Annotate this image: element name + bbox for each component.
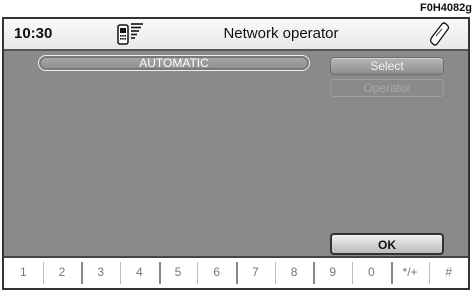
key-4[interactable]: 4 [120, 258, 159, 288]
key-8[interactable]: 8 [274, 258, 314, 288]
select-button[interactable]: Select [330, 57, 444, 75]
phone-signal-icon [117, 23, 143, 45]
key-0[interactable]: 0 [352, 258, 391, 288]
key-2[interactable]: 2 [42, 258, 82, 288]
clock: 10:30 [14, 25, 53, 42]
figure-code: F0H4082g [420, 2, 472, 14]
key-7[interactable]: 7 [236, 258, 275, 288]
operator-button[interactable]: Operator [330, 79, 444, 97]
header-bar: 10:30 Network operator [4, 19, 468, 51]
key-star-plus[interactable]: */+ [390, 258, 430, 288]
keypad: 1 2 3 4 5 6 7 8 9 0 */+ # [4, 256, 468, 288]
ok-button[interactable]: OK [330, 233, 444, 255]
content-area: AUTOMATIC Select Operator OK [4, 51, 468, 258]
key-hash[interactable]: # [429, 258, 468, 288]
key-5[interactable]: 5 [158, 258, 198, 288]
key-3[interactable]: 3 [81, 258, 120, 288]
key-9[interactable]: 9 [313, 258, 352, 288]
key-1[interactable]: 1 [4, 258, 43, 288]
mobile-phone-icon [430, 22, 450, 46]
display-screen: 10:30 Network operator AUTOMATIC Select … [2, 17, 470, 290]
key-6[interactable]: 6 [197, 258, 236, 288]
operator-mode-field[interactable]: AUTOMATIC [38, 55, 310, 71]
page-title: Network operator [223, 25, 339, 42]
